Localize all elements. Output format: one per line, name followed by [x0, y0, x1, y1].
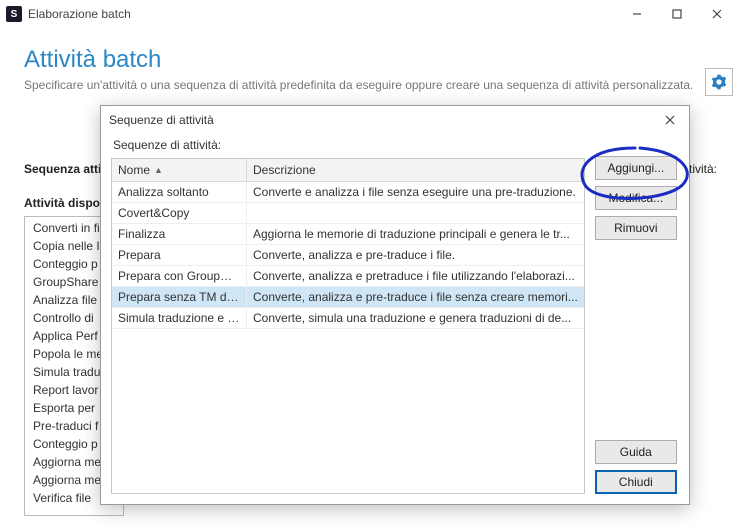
- cell-name: Analizza soltanto: [112, 182, 247, 202]
- remove-button[interactable]: Rimuovi: [595, 216, 677, 240]
- table-row[interactable]: Analizza soltantoConverte e analizza i f…: [112, 182, 584, 203]
- cell-desc: [247, 203, 584, 223]
- cell-name: Covert&Copy: [112, 203, 247, 223]
- cell-name: Prepara con GroupShare: [112, 266, 247, 286]
- grid-caption: Sequenze di attività:: [111, 134, 585, 158]
- available-label: Attività dispo: [24, 196, 100, 210]
- cell-desc: Aggiorna le memorie di traduzione princi…: [247, 224, 584, 244]
- settings-button[interactable]: [705, 68, 733, 96]
- dialog-title: Sequenze di attività: [109, 113, 659, 127]
- page-subtitle: Specificare un'attività o una sequenza d…: [24, 78, 719, 92]
- table-row[interactable]: Prepara con GroupShareConverte, analizza…: [112, 266, 584, 287]
- app-icon: S: [6, 6, 22, 22]
- task-sequences-dialog: Sequenze di attività Sequenze di attivit…: [100, 105, 690, 505]
- add-button[interactable]: Aggiungi...: [595, 156, 677, 180]
- cell-desc: Converte e analizza i file senza eseguir…: [247, 182, 584, 202]
- gear-icon: [711, 74, 727, 90]
- cell-name: Prepara senza TM di proge...: [112, 287, 247, 307]
- table-row[interactable]: Covert&Copy: [112, 203, 584, 224]
- close-dialog-button[interactable]: Chiudi: [595, 470, 677, 494]
- table-row[interactable]: Simula traduzione e crea fi...Converte, …: [112, 308, 584, 329]
- maximize-button[interactable]: [657, 2, 697, 26]
- task-sequence-grid[interactable]: Nome ▲ Descrizione Analizza soltantoConv…: [111, 158, 585, 494]
- cell-desc: Converte, simula una traduzione e genera…: [247, 308, 584, 328]
- cell-desc: Converte, analizza e pre-traduce i file.: [247, 245, 584, 265]
- col-header-desc[interactable]: Descrizione: [247, 159, 584, 181]
- cell-name: Finalizza: [112, 224, 247, 244]
- table-row[interactable]: FinalizzaAggiorna le memorie di traduzio…: [112, 224, 584, 245]
- col-header-name[interactable]: Nome ▲: [112, 159, 247, 181]
- table-row[interactable]: PreparaConverte, analizza e pre-traduce …: [112, 245, 584, 266]
- edit-button[interactable]: Modifica...: [595, 186, 677, 210]
- table-row[interactable]: Prepara senza TM di proge...Converte, an…: [112, 287, 584, 308]
- main-titlebar: S Elaborazione batch: [0, 0, 743, 28]
- sequence-label: Sequenza atti: [24, 162, 101, 176]
- close-button[interactable]: [697, 2, 737, 26]
- minimize-button[interactable]: [617, 2, 657, 26]
- page-title: Attività batch: [24, 46, 719, 74]
- dialog-titlebar: Sequenze di attività: [101, 106, 689, 134]
- dialog-close-button[interactable]: [659, 109, 681, 131]
- grid-header: Nome ▲ Descrizione: [112, 159, 584, 182]
- sort-asc-icon: ▲: [154, 165, 163, 175]
- cell-desc: Converte, analizza e pretraduce i file u…: [247, 266, 584, 286]
- help-button[interactable]: Guida: [595, 440, 677, 464]
- cell-name: Prepara: [112, 245, 247, 265]
- cell-desc: Converte, analizza e pre-traduce i file …: [247, 287, 584, 307]
- window-title: Elaborazione batch: [28, 7, 617, 21]
- cell-name: Simula traduzione e crea fi...: [112, 308, 247, 328]
